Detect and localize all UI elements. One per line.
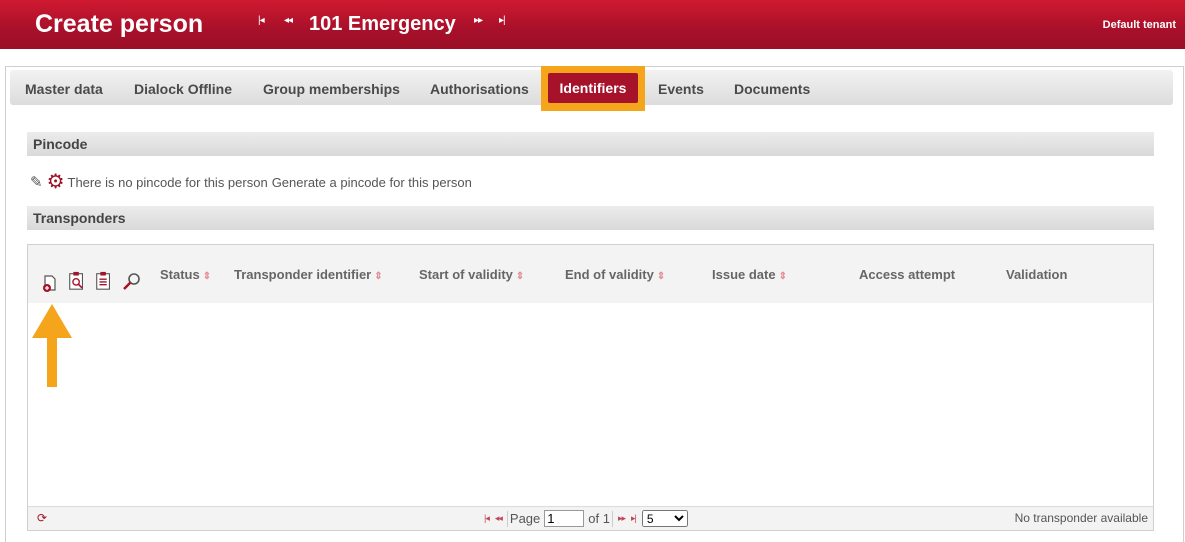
column-validation: Validation — [1006, 267, 1068, 282]
grid-footer: ⟳ |◂ ◂◂ Page of 1 ▸▸ ▸| 5 No transponder… — [28, 506, 1153, 530]
column-start-of-validity[interactable]: Start of validity ⇕ — [419, 267, 524, 282]
column-issue-date[interactable]: Issue date ⇕ — [712, 267, 787, 282]
empty-records-text: No transponder available — [1014, 511, 1148, 525]
column-end-of-validity[interactable]: End of validity ⇕ — [565, 267, 665, 282]
search-icon[interactable] — [122, 272, 142, 292]
gear-icon[interactable]: ⚙ — [47, 172, 65, 192]
next-record-icon[interactable]: ▸▸ — [474, 15, 483, 26]
previous-record-icon[interactable]: ◂◂ — [284, 15, 293, 26]
sort-icon[interactable]: ⇕ — [516, 271, 524, 282]
last-record-icon[interactable]: ▸| — [499, 15, 506, 26]
highlight-arrow-shaft — [47, 336, 57, 387]
clipboard-list-icon[interactable] — [94, 271, 114, 291]
highlight-arrow-head — [32, 304, 72, 338]
sort-icon[interactable]: ⇕ — [374, 271, 382, 282]
pagination: |◂ ◂◂ Page of 1 ▸▸ ▸| 5 — [481, 510, 688, 527]
tab-group-memberships[interactable]: Group memberships — [263, 81, 400, 97]
refresh-icon[interactable]: ⟳ — [37, 511, 47, 525]
tab-events[interactable]: Events — [658, 81, 704, 97]
next-page-icon[interactable]: ▸▸ — [618, 513, 626, 524]
tab-master-data[interactable]: Master data — [25, 81, 103, 97]
tab-authorisations[interactable]: Authorisations — [430, 81, 529, 97]
pencil-icon[interactable]: ✎ — [30, 173, 43, 191]
no-pincode-text: There is no pincode for this person — [67, 174, 268, 190]
prev-page-icon[interactable]: ◂◂ — [495, 513, 503, 524]
transponders-section-header: Transponders — [27, 206, 1154, 230]
first-record-icon[interactable]: |◂ — [258, 15, 265, 26]
record-name: 101 Emergency — [309, 13, 456, 35]
pager-divider — [506, 510, 508, 527]
tab-dialock-offline[interactable]: Dialock Offline — [134, 81, 232, 97]
page-count: of 1 — [588, 511, 610, 526]
tab-documents[interactable]: Documents — [734, 81, 810, 97]
column-access-attempt: Access attempt — [859, 267, 956, 282]
pincode-section-header: Pincode — [27, 132, 1154, 156]
sort-icon[interactable]: ⇕ — [657, 271, 665, 282]
sort-icon[interactable]: ⇕ — [779, 271, 787, 282]
first-page-icon[interactable]: |◂ — [484, 513, 490, 524]
pager-divider — [611, 510, 613, 527]
page-size-select[interactable]: 5 — [641, 510, 688, 527]
page-number-input[interactable] — [544, 510, 585, 527]
pincode-row: ✎ ⚙ There is no pincode for this person … — [30, 172, 472, 192]
grid-header: Status ⇕ Transponder identifier ⇕ Start of… — [28, 245, 1153, 303]
view-details-icon[interactable] — [67, 271, 87, 291]
add-transponder-icon[interactable] — [40, 273, 60, 293]
tab-identifiers[interactable]: Identifiers — [548, 73, 638, 103]
transponders-grid: Status ⇕ Transponder identifier ⇕ Start of… — [27, 244, 1154, 531]
column-status[interactable]: Status ⇕ — [160, 267, 211, 282]
sort-icon[interactable]: ⇕ — [203, 271, 211, 282]
tenant-label[interactable]: Default tenant — [1103, 19, 1176, 31]
column-transponder-identifier[interactable]: Transponder identifier ⇕ — [234, 267, 383, 282]
page-label: Page — [509, 511, 541, 526]
last-page-icon[interactable]: ▸| — [631, 513, 637, 524]
generate-pincode-link[interactable]: Generate a pincode for this person — [272, 175, 472, 190]
page-title: Create person — [35, 10, 204, 38]
app-header: Create person |◂ ◂◂ 101 Emergency ▸▸ ▸| … — [0, 0, 1185, 49]
